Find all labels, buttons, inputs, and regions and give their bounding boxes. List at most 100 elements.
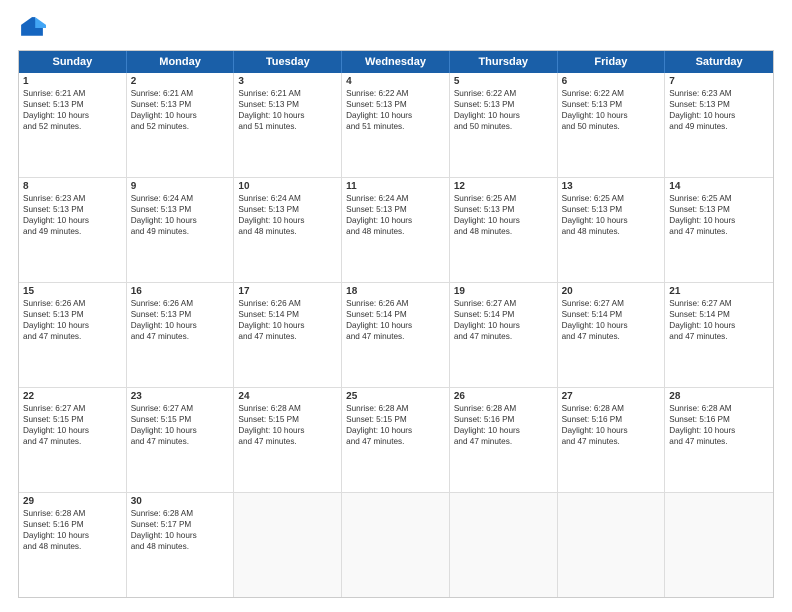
day-number: 5 [454,76,553,87]
cell-line: Daylight: 10 hours [131,425,230,436]
cell-line: Daylight: 10 hours [23,215,122,226]
day-number: 19 [454,286,553,297]
cell-line: and 47 minutes. [238,331,337,342]
cell-line: Sunset: 5:15 PM [238,414,337,425]
calendar-cell: 7Sunrise: 6:23 AMSunset: 5:13 PMDaylight… [665,73,773,177]
weekday-header-saturday: Saturday [665,51,773,73]
cell-line: Sunset: 5:14 PM [238,309,337,320]
weekday-header-thursday: Thursday [450,51,558,73]
cell-line: Sunrise: 6:25 AM [562,193,661,204]
day-number: 9 [131,181,230,192]
calendar-cell: 30Sunrise: 6:28 AMSunset: 5:17 PMDayligh… [127,493,235,597]
cell-line: Daylight: 10 hours [346,110,445,121]
day-number: 20 [562,286,661,297]
cell-line: Daylight: 10 hours [131,215,230,226]
day-number: 2 [131,76,230,87]
cell-text: Sunrise: 6:24 AMSunset: 5:13 PMDaylight:… [346,193,445,237]
cell-text: Sunrise: 6:26 AMSunset: 5:13 PMDaylight:… [23,298,122,342]
cell-line: Daylight: 10 hours [23,320,122,331]
cell-text: Sunrise: 6:28 AMSunset: 5:16 PMDaylight:… [454,403,553,447]
cell-line: Sunset: 5:13 PM [562,204,661,215]
calendar-cell: 6Sunrise: 6:22 AMSunset: 5:13 PMDaylight… [558,73,666,177]
cell-line: Sunrise: 6:28 AM [23,508,122,519]
cell-line: Daylight: 10 hours [238,215,337,226]
calendar-cell: 24Sunrise: 6:28 AMSunset: 5:15 PMDayligh… [234,388,342,492]
day-number: 15 [23,286,122,297]
calendar-cell: 26Sunrise: 6:28 AMSunset: 5:16 PMDayligh… [450,388,558,492]
cell-line: Sunset: 5:13 PM [562,99,661,110]
cell-text: Sunrise: 6:23 AMSunset: 5:13 PMDaylight:… [23,193,122,237]
cell-line: and 47 minutes. [131,436,230,447]
cell-line: and 47 minutes. [131,331,230,342]
cell-line: Sunset: 5:13 PM [669,204,769,215]
cell-text: Sunrise: 6:28 AMSunset: 5:16 PMDaylight:… [562,403,661,447]
cell-line: and 47 minutes. [346,436,445,447]
cell-line: Sunset: 5:13 PM [669,99,769,110]
calendar-cell [450,493,558,597]
calendar-cell: 15Sunrise: 6:26 AMSunset: 5:13 PMDayligh… [19,283,127,387]
cell-line: and 50 minutes. [454,121,553,132]
cell-line: Sunset: 5:13 PM [23,204,122,215]
cell-line: Sunrise: 6:23 AM [23,193,122,204]
calendar-cell: 14Sunrise: 6:25 AMSunset: 5:13 PMDayligh… [665,178,773,282]
cell-line: Sunrise: 6:26 AM [346,298,445,309]
cell-line: Daylight: 10 hours [454,425,553,436]
cell-line: and 47 minutes. [669,436,769,447]
header [18,14,774,42]
logo-icon [18,14,46,42]
cell-text: Sunrise: 6:25 AMSunset: 5:13 PMDaylight:… [669,193,769,237]
cell-text: Sunrise: 6:28 AMSunset: 5:16 PMDaylight:… [669,403,769,447]
calendar-cell: 2Sunrise: 6:21 AMSunset: 5:13 PMDaylight… [127,73,235,177]
cell-text: Sunrise: 6:24 AMSunset: 5:13 PMDaylight:… [238,193,337,237]
cell-line: Sunrise: 6:28 AM [562,403,661,414]
cell-text: Sunrise: 6:27 AMSunset: 5:15 PMDaylight:… [131,403,230,447]
day-number: 11 [346,181,445,192]
cell-line: Daylight: 10 hours [669,425,769,436]
cell-line: Sunrise: 6:24 AM [131,193,230,204]
cell-line: and 47 minutes. [346,331,445,342]
cell-line: and 47 minutes. [669,331,769,342]
cell-line: Daylight: 10 hours [669,320,769,331]
cell-text: Sunrise: 6:24 AMSunset: 5:13 PMDaylight:… [131,193,230,237]
cell-text: Sunrise: 6:27 AMSunset: 5:14 PMDaylight:… [454,298,553,342]
cell-line: Sunset: 5:17 PM [131,519,230,530]
cell-line: Sunset: 5:16 PM [562,414,661,425]
cell-line: Sunrise: 6:26 AM [238,298,337,309]
cell-text: Sunrise: 6:26 AMSunset: 5:13 PMDaylight:… [131,298,230,342]
cell-line: Sunrise: 6:26 AM [23,298,122,309]
day-number: 24 [238,391,337,402]
cell-line: Daylight: 10 hours [562,425,661,436]
cell-line: Sunset: 5:13 PM [238,204,337,215]
day-number: 16 [131,286,230,297]
cell-line: Sunset: 5:13 PM [346,204,445,215]
cell-line: and 51 minutes. [346,121,445,132]
cell-line: Sunrise: 6:27 AM [562,298,661,309]
cell-line: Sunset: 5:14 PM [669,309,769,320]
cell-line: Daylight: 10 hours [23,110,122,121]
calendar-cell: 13Sunrise: 6:25 AMSunset: 5:13 PMDayligh… [558,178,666,282]
weekday-header-wednesday: Wednesday [342,51,450,73]
cell-line: Sunset: 5:15 PM [131,414,230,425]
cell-line: and 52 minutes. [23,121,122,132]
cell-line: and 47 minutes. [562,436,661,447]
cell-line: and 48 minutes. [346,226,445,237]
cell-line: Sunset: 5:15 PM [346,414,445,425]
calendar-row-1: 1Sunrise: 6:21 AMSunset: 5:13 PMDaylight… [19,73,773,178]
cell-line: Sunset: 5:14 PM [562,309,661,320]
calendar-cell: 11Sunrise: 6:24 AMSunset: 5:13 PMDayligh… [342,178,450,282]
cell-line: and 49 minutes. [131,226,230,237]
calendar-cell: 9Sunrise: 6:24 AMSunset: 5:13 PMDaylight… [127,178,235,282]
weekday-header-monday: Monday [127,51,235,73]
cell-line: Daylight: 10 hours [131,110,230,121]
cell-line: Sunrise: 6:28 AM [238,403,337,414]
calendar-cell: 29Sunrise: 6:28 AMSunset: 5:16 PMDayligh… [19,493,127,597]
cell-text: Sunrise: 6:27 AMSunset: 5:14 PMDaylight:… [562,298,661,342]
cell-line: Sunset: 5:14 PM [454,309,553,320]
calendar-cell: 25Sunrise: 6:28 AMSunset: 5:15 PMDayligh… [342,388,450,492]
cell-line: Daylight: 10 hours [454,110,553,121]
day-number: 22 [23,391,122,402]
cell-line: and 51 minutes. [238,121,337,132]
cell-line: Sunrise: 6:28 AM [346,403,445,414]
cell-line: and 49 minutes. [669,121,769,132]
cell-line: Sunrise: 6:25 AM [454,193,553,204]
